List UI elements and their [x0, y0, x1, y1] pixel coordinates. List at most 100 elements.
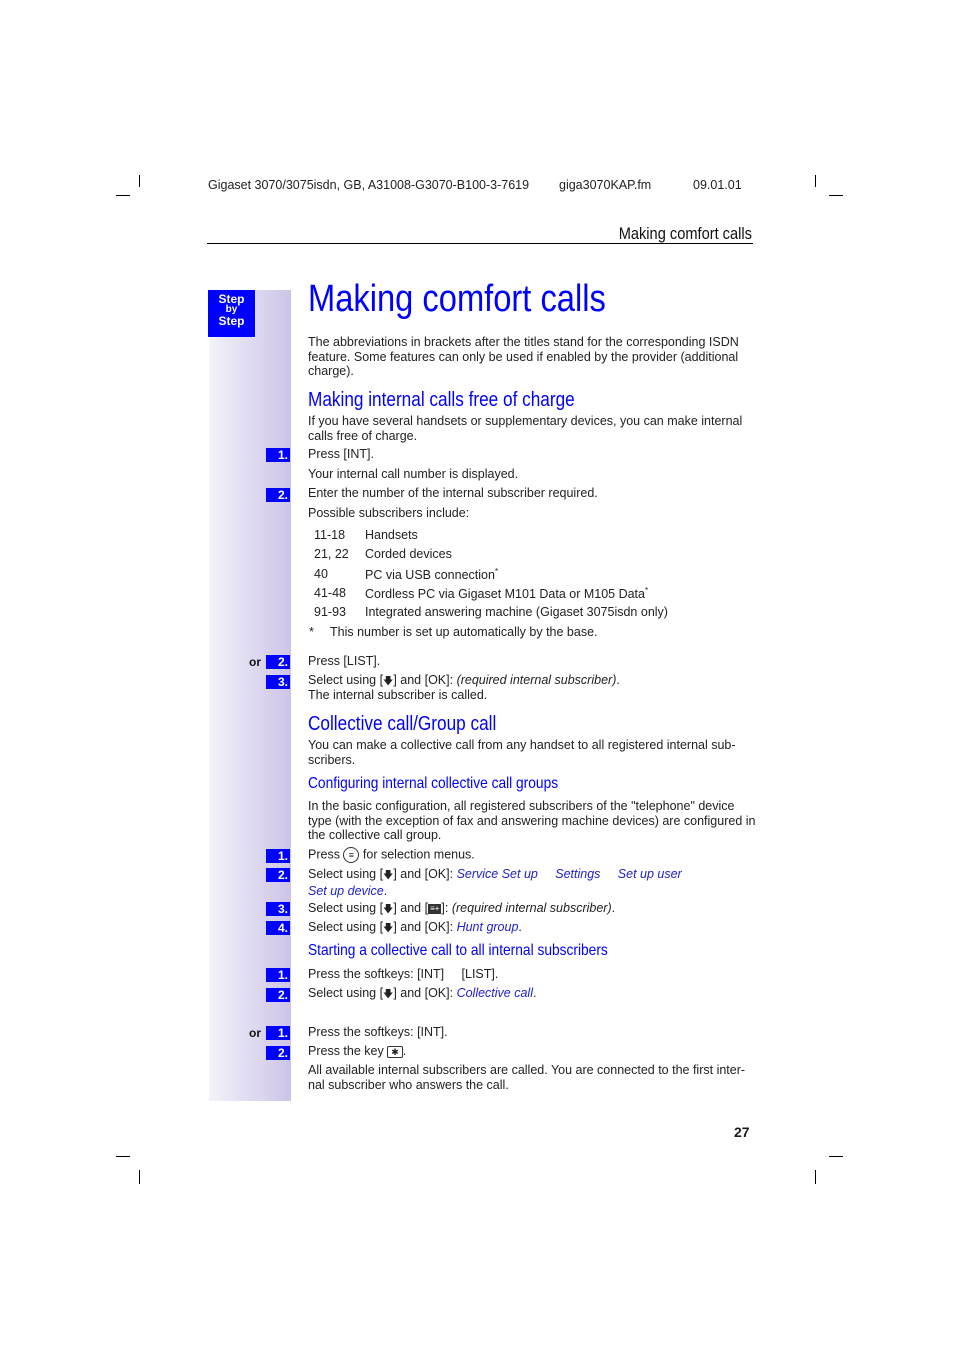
subscriber-num: 91-93 — [314, 605, 346, 619]
menu-path-item: Set up device — [308, 883, 384, 898]
subscriber-desc: Cordless PC via Gigaset M101 Data or M10… — [365, 587, 645, 602]
subscriber-desc: Corded devices — [365, 547, 452, 561]
page-number: 27 — [734, 1124, 750, 1140]
text-fragment: for selection menus. — [362, 847, 475, 862]
step-number: 1. — [266, 849, 290, 863]
step-number: 2. — [266, 868, 290, 882]
down-arrow-icon: 🡇 — [383, 923, 394, 934]
or-label: or — [249, 1026, 261, 1040]
crop-mark — [829, 1156, 843, 1157]
step-text: Press [INT]. — [308, 447, 374, 461]
subscriber-num: 40 — [314, 567, 328, 581]
footnote-ref: * — [645, 586, 649, 595]
section-heading: Collective call/Group call — [308, 713, 497, 735]
text-fragment: Press — [308, 847, 340, 862]
step-number: 2. — [266, 988, 290, 1002]
subscriber-item: PC via USB connection* — [365, 567, 498, 582]
down-arrow-icon: 🡇 — [383, 676, 394, 687]
intro-text: The abbreviations in brackets after the … — [308, 335, 739, 378]
step-text: Press ≡ for selection menus. — [308, 847, 756, 863]
step-number: 3. — [266, 675, 290, 689]
step-number: 1. — [266, 968, 290, 982]
subsection-text: In the basic configuration, all register… — [308, 799, 756, 842]
step-text: Select using [🡇] and [OK]: Collective ca… — [308, 986, 537, 1000]
section-heading: Making internal calls free of charge — [308, 389, 575, 411]
step-number: 2. — [266, 488, 290, 502]
page-title: Making comfort calls — [308, 278, 606, 320]
section-text: If you have several handsets or suppleme… — [308, 414, 743, 443]
subsection-heading: Configuring internal collective call gro… — [308, 775, 559, 792]
text-fragment: Select using [ — [308, 901, 384, 915]
step-number: 2. — [266, 655, 290, 669]
crop-mark — [139, 175, 140, 187]
step-by-step-badge: Step by Step — [208, 290, 255, 337]
menu-path-item: Settings — [555, 867, 601, 881]
down-arrow-icon: 🡇 — [383, 870, 394, 881]
subscriber-desc: Handsets — [365, 528, 418, 542]
display-key-icon: ≡+ — [428, 903, 442, 914]
badge-line: Step — [218, 314, 245, 328]
step-text: Press the key ✱. — [308, 1044, 407, 1058]
text-fragment: ] and [OK]: — [393, 920, 457, 934]
text-fragment: Select using [ — [308, 867, 384, 881]
down-arrow-icon: 🡇 — [383, 989, 394, 1000]
footnote-ref: * — [494, 567, 499, 576]
or-label: or — [249, 655, 261, 669]
header-rule — [207, 243, 753, 244]
down-arrow-icon: 🡇 — [383, 904, 394, 915]
subsection-heading: Starting a collective call to all intern… — [308, 942, 608, 959]
text-fragment: ] and [OK]: — [393, 673, 457, 687]
text-fragment: [LIST]. — [461, 967, 499, 981]
subscriber-desc: Integrated answering machine (Gigaset 30… — [365, 605, 668, 619]
menu-path-item: Set up user — [617, 867, 682, 881]
subscriber-num: 11-18 — [314, 528, 346, 542]
crop-mark — [815, 1170, 816, 1184]
crop-mark — [139, 1170, 140, 1184]
step-text: Select using [🡇] and [OK]: Service Set u… — [308, 867, 682, 898]
text-fragment: Press the softkeys: [INT] — [308, 967, 445, 981]
step-text: Select using [🡇] and [OK]: Hunt group. — [308, 920, 522, 934]
running-title: Making comfort calls — [618, 224, 752, 243]
step-text: Press [LIST]. — [308, 654, 381, 668]
text-fragment: ] and [OK]: — [393, 867, 457, 881]
italic-term: (required internal subscriber) — [456, 673, 617, 687]
subscriber-num: 41-48 — [314, 586, 346, 600]
doc-date: 09.01.01 — [693, 178, 742, 192]
step-text: Enter the number of the internal subscri… — [308, 486, 598, 500]
text-fragment: Select using [ — [308, 673, 384, 687]
step-text: Select using [🡇] and [≡+]: (required int… — [308, 901, 616, 915]
section-text: You can make a collective call from any … — [308, 738, 736, 767]
step-number: 1. — [266, 448, 290, 462]
crop-mark — [116, 195, 130, 196]
step-number: 1. — [266, 1026, 290, 1040]
crop-mark — [829, 195, 843, 196]
footnote-mark: * — [309, 625, 314, 639]
subscriber-desc: PC via USB connection — [365, 568, 495, 583]
star-key-icon: ✱ — [387, 1045, 403, 1058]
text-fragment: Press the key — [308, 1044, 384, 1058]
step-note: Possible subscribers include: — [308, 506, 470, 520]
step-text: Press the softkeys: [INT]. — [308, 1025, 448, 1039]
subscriber-num: 21, 22 — [314, 547, 349, 561]
subscriber-item: Cordless PC via Gigaset M101 Data or M10… — [365, 586, 648, 601]
menu-key-icon: ≡ — [343, 847, 360, 863]
text-fragment: . — [616, 673, 620, 687]
text-fragment: ]: — [441, 901, 452, 915]
step-text: Press the softkeys: [INT] [LIST]. — [308, 967, 756, 982]
result-text: All available internal subscribers are c… — [308, 1063, 746, 1092]
text-fragment: Select using [ — [308, 986, 384, 1000]
doc-id: Gigaset 3070/3075isdn, GB, A31008-G3070-… — [208, 178, 530, 192]
menu-path-item: Collective call — [456, 986, 533, 1000]
footnote: This number is set up automatically by t… — [330, 625, 598, 639]
text-fragment: ] and [ — [393, 901, 429, 915]
step-note: Your internal call number is displayed. — [308, 467, 519, 481]
step-number: 2. — [266, 1046, 290, 1060]
step-note: The internal subscriber is called. — [308, 688, 488, 702]
file-name: giga3070KAP.fm — [559, 178, 652, 192]
text-fragment: ] and [OK]: — [393, 986, 457, 1000]
crop-mark — [116, 1156, 130, 1157]
menu-path-item: Hunt group — [456, 920, 519, 934]
menu-path-item: Service Set up — [456, 867, 538, 881]
step-number: 4. — [266, 921, 290, 935]
crop-mark — [815, 175, 816, 187]
